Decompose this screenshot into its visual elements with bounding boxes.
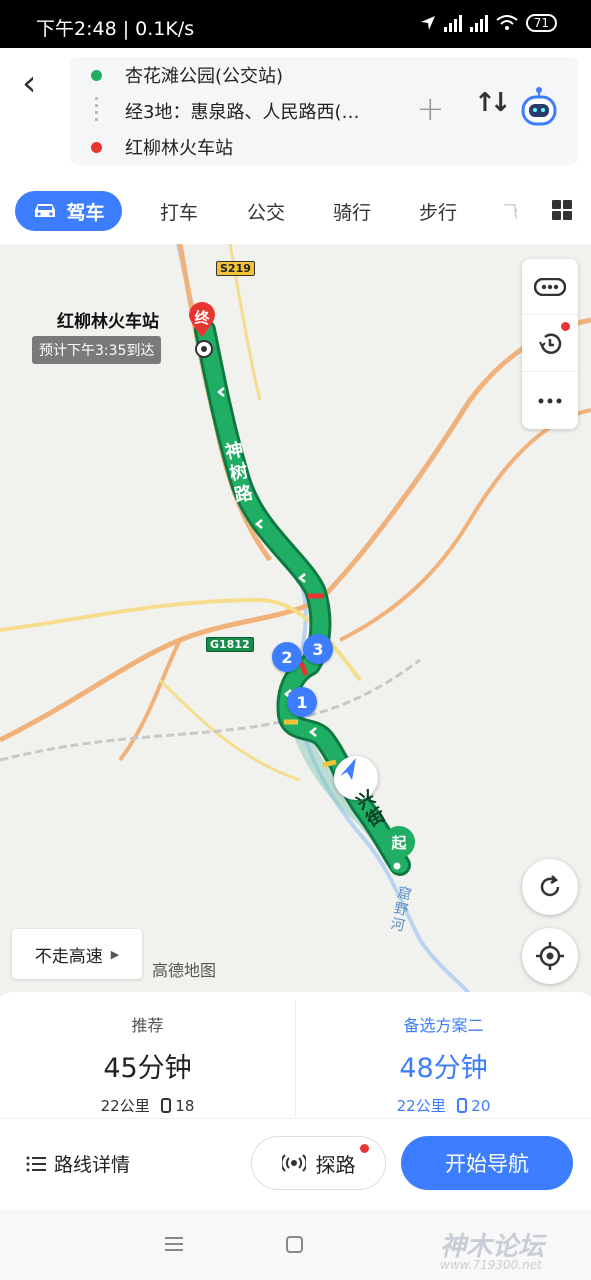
- waypoint-bubble-3[interactable]: 3: [303, 634, 333, 664]
- route-option-duration: 45分钟: [103, 1053, 192, 1084]
- refresh-icon: [540, 875, 560, 897]
- route-option-duration: 48分钟: [399, 1053, 488, 1084]
- origin-dot-icon: [91, 69, 102, 81]
- waypoint-bubble-1[interactable]: 1: [287, 687, 317, 717]
- traffic-icon: [534, 277, 566, 296]
- car-icon: [35, 204, 56, 217]
- status-time: 下午2:48 | 0.1K/s: [36, 18, 195, 40]
- tab-walking[interactable]: 步行: [419, 198, 457, 225]
- cell-signal-icon: [443, 14, 462, 32]
- status-bar: 下午2:48 | 0.1K/s 71: [0, 0, 591, 48]
- road-shield-s219: S219: [216, 261, 255, 276]
- waypoints-text: 经3地：惠泉路、人民路西(…: [125, 102, 360, 123]
- refresh-route-button[interactable]: [522, 859, 578, 915]
- avoid-highway-label: 不走高速: [34, 946, 103, 967]
- route-option-meta: 22公里 18: [0, 1095, 295, 1116]
- amap-logo: 高德地图: [152, 961, 217, 980]
- navigation-arrow-icon: [340, 758, 356, 780]
- destination-pin[interactable]: 终: [187, 302, 217, 338]
- traffic-light-icon: [160, 1098, 171, 1113]
- traffic-toggle-button[interactable]: [522, 259, 578, 315]
- road-shield-g1812: G1812: [206, 637, 254, 652]
- crosshair-icon: [536, 942, 564, 970]
- route-option-label: 备选方案二: [403, 1016, 484, 1035]
- traffic-light-icon: [456, 1098, 467, 1113]
- map-tools-panel: [522, 259, 578, 429]
- explore-route-label: 探路: [315, 1152, 356, 1177]
- destination-text: 红柳林火车站: [125, 138, 233, 159]
- route-distance: 22公里: [100, 1097, 150, 1115]
- waypoint-bubble-2[interactable]: 2: [272, 642, 302, 672]
- more-tools-button[interactable]: [522, 373, 578, 429]
- route-option-alternative[interactable]: 备选方案二 48分钟 22公里 20: [296, 1008, 591, 1118]
- traffic-light-count: 18: [175, 1097, 195, 1115]
- traffic-light-count: 20: [471, 1097, 491, 1115]
- more-dots-icon: [538, 398, 562, 404]
- more-modes-grid-icon[interactable]: [552, 200, 572, 220]
- tab-driving[interactable]: 驾车: [15, 191, 122, 231]
- home-nav-icon[interactable]: [286, 1236, 303, 1253]
- destination-dot-icon: [91, 141, 102, 153]
- destination-row[interactable]: 红柳林火车站: [70, 129, 578, 165]
- origin-pin[interactable]: 起: [383, 826, 415, 858]
- broadcast-icon: [281, 1154, 306, 1172]
- tab-taxi[interactable]: 打车: [160, 198, 198, 225]
- destination-map-label: 红柳林火车站: [57, 312, 159, 332]
- route-option-recommended[interactable]: 推荐 45分钟 22公里 18: [0, 1008, 295, 1118]
- back-icon[interactable]: ‹: [22, 66, 36, 102]
- locate-me-button[interactable]: [522, 928, 578, 984]
- tab-cycling[interactable]: 骑行: [333, 198, 371, 225]
- eta-tag: 预计下午3:35到达: [32, 336, 162, 364]
- tab-flight[interactable]: 飞: [503, 198, 517, 225]
- cell-signal-2-icon: [469, 14, 488, 32]
- route-option-label: 推荐: [131, 1016, 164, 1035]
- wifi-icon: [496, 15, 518, 30]
- route-details-button[interactable]: 路线详情: [26, 1150, 130, 1177]
- assistant-robot-icon[interactable]: [520, 86, 558, 126]
- transport-mode-tabs: 驾车 打车 公交 骑行 步行 飞: [0, 186, 591, 236]
- destination-pin-label: 终: [194, 309, 210, 327]
- forum-watermark-url: www.719300.net: [440, 1258, 542, 1272]
- list-icon: [26, 1156, 46, 1171]
- explore-route-button[interactable]: 探路: [251, 1136, 386, 1190]
- battery-icon: 71: [525, 14, 557, 32]
- play-triangle-icon: ▶: [110, 947, 120, 961]
- departure-time-button[interactable]: [522, 316, 578, 372]
- notification-dot: [561, 322, 570, 331]
- add-waypoint-icon[interactable]: +: [416, 89, 445, 129]
- route-option-meta: 22公里 20: [296, 1095, 591, 1116]
- menu-nav-icon[interactable]: [165, 1236, 183, 1255]
- route-details-label: 路线详情: [54, 1154, 131, 1176]
- start-navigation-button[interactable]: 开始导航: [401, 1136, 573, 1190]
- explore-notification-dot: [360, 1144, 369, 1153]
- sheet-divider: [0, 1118, 591, 1119]
- origin-text: 杏花滩公园(公交站): [125, 66, 284, 87]
- tab-driving-label: 驾车: [66, 201, 105, 224]
- swap-route-icon[interactable]: ↑↓: [474, 88, 511, 118]
- route-distance: 22公里: [396, 1097, 446, 1115]
- tab-bus[interactable]: 公交: [247, 198, 285, 225]
- status-icons: 71: [420, 14, 557, 32]
- location-arrow-icon: [420, 16, 435, 30]
- clock-icon: [539, 332, 562, 354]
- avoid-highway-toggle[interactable]: 不走高速 ▶: [12, 929, 142, 979]
